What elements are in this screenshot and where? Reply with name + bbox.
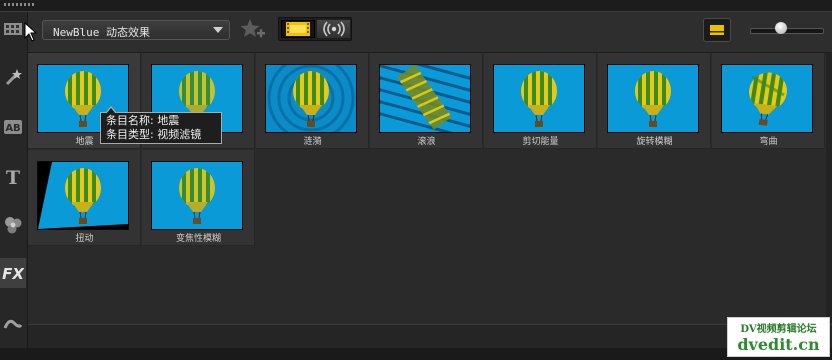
thumbnail-image [379,64,471,133]
title-t-icon: T [6,167,20,187]
watermark-line2: dvedit.cn [737,335,820,354]
tooltip-item-name: 条目名称: 地震 [106,114,180,127]
library-item-label: 旋转模糊 [636,137,673,147]
display-options-button[interactable] [703,18,731,42]
transition-ab-icon: AB [4,120,22,134]
library-item-shear[interactable]: 剪切能量 [484,53,597,149]
panel-icon [710,25,724,35]
svg-text:AB: AB [5,123,20,134]
thumbnail-size-slider-knob[interactable] [775,22,787,34]
library-item-label: 涟漪 [303,137,322,147]
bottom-edge [0,348,832,360]
sidebar-item-transitions[interactable]: AB [0,112,26,142]
star-add-icon [240,19,265,38]
library-item-zoom[interactable]: 变焦性模糊 [142,150,255,246]
filmstrip-icon [286,22,310,36]
graphics-icon [5,217,22,234]
media-library-icon [4,23,22,35]
library-sidebar: AB T FX [0,12,28,348]
library-scrollbar[interactable] [826,53,832,323]
magic-wand-icon [5,69,22,86]
add-to-favorites-button[interactable] [238,16,268,44]
sidebar-item-graphics[interactable] [0,210,26,240]
library-item-label: 变焦性模糊 [175,234,221,244]
library-item-ripple[interactable]: 涟漪 [256,53,369,149]
fx-icon: FX [2,265,24,282]
svg-text:FX: FX [2,265,24,282]
video-audio-toggle [278,17,352,41]
sidebar-item-media[interactable] [0,14,26,44]
path-icon [3,319,23,329]
library-category-dropdown[interactable]: NewBlue 动态效果 [42,20,230,40]
dropdown-selected-value: NewBlue 动态效果 [53,26,150,39]
thumbnail-image [721,64,813,133]
svg-text:T: T [6,167,20,187]
thumbnail-image [493,64,585,133]
filter-library-grid: 地震 涟漪 滚浪 剪切能量 旋转模糊 弯曲 扭动 变焦性模糊 [28,53,826,323]
sidebar-item-path[interactable] [0,308,26,338]
library-item-label: 弯曲 [759,137,778,147]
thumbnail-size-slider[interactable] [750,28,824,34]
sidebar-item-filters[interactable]: FX [0,258,26,288]
audio-wave-icon [322,21,345,37]
library-item-twist[interactable]: 扭动 [28,150,141,246]
item-tooltip: 条目名称: 地震 条目类型: 视频滤镜 [100,106,222,144]
thumbnail-image [607,64,699,133]
library-item-waves[interactable]: 滚浪 [370,53,483,149]
library-status-bar [28,324,832,349]
drag-grip[interactable] [4,3,34,6]
chevron-down-icon [213,27,223,33]
library-toolbar: NewBlue 动态效果 [28,12,832,53]
sidebar-item-instant-project[interactable] [0,62,26,92]
site-watermark: DV视频剪辑论坛 dvedit.cn [727,317,830,357]
thumbnail-image [37,161,129,230]
mouse-cursor-icon [24,22,38,42]
sidebar-item-titles[interactable]: T [0,162,26,192]
library-item-label: 扭动 [75,234,94,244]
library-item-label: 剪切能量 [522,137,559,147]
watermark-line1: DV视频剪辑论坛 [740,324,817,335]
show-video-button[interactable] [281,20,315,38]
library-item-bend[interactable]: 弯曲 [712,53,825,149]
library-item-spin[interactable]: 旋转模糊 [598,53,711,149]
thumbnail-image [265,64,357,133]
show-audio-button[interactable] [317,20,350,38]
tooltip-item-type: 条目类型: 视频滤镜 [106,128,202,141]
thumbnail-image [151,161,243,230]
top-strip [0,0,832,12]
library-item-label: 滚浪 [417,137,436,147]
